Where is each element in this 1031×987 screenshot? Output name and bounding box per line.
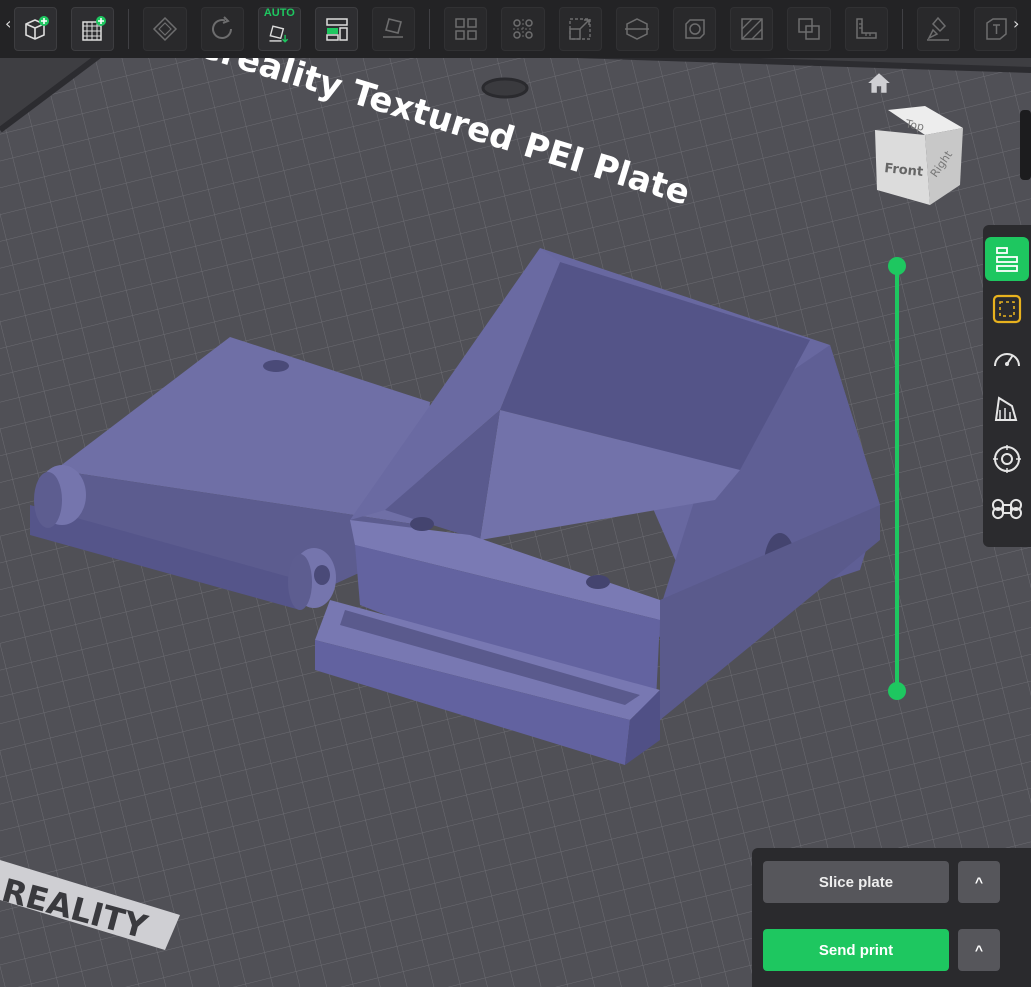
home-view-icon[interactable] — [866, 70, 892, 96]
layer-slider-bottom-handle[interactable] — [888, 682, 906, 700]
rotate-button[interactable] — [200, 7, 244, 51]
add-plate-button[interactable] — [71, 7, 115, 51]
add-cube-icon — [24, 16, 49, 40]
layer-view-button[interactable] — [983, 235, 1031, 283]
right-side-toolbar — [983, 225, 1031, 547]
slice-plate-button[interactable]: Slice plate — [763, 861, 949, 903]
orient-button[interactable] — [143, 7, 187, 51]
3d-viewport[interactable]: Creality Textured PEI Plate REALITY Top … — [0, 0, 1031, 987]
measure-button[interactable] — [844, 7, 888, 51]
split-objects-icon — [455, 18, 477, 40]
toolbar-scroll-right-icon[interactable]: › — [1013, 14, 1019, 33]
add-plate-icon — [82, 16, 106, 41]
split-parts-button[interactable] — [501, 7, 545, 51]
add-model-button[interactable] — [14, 7, 58, 51]
top-toolbar: ‹ AUTO › — [0, 0, 1031, 58]
hollow-icon — [684, 19, 705, 39]
boolean-button[interactable] — [787, 7, 831, 51]
cut-icon — [625, 18, 650, 40]
command-icon — [992, 498, 1022, 520]
hollow-button[interactable] — [673, 7, 717, 51]
boolean-icon — [798, 18, 820, 40]
filament-spool-icon — [993, 445, 1021, 473]
toolbar-scroll-left-icon[interactable]: ‹ — [5, 14, 11, 33]
more-options-button[interactable] — [983, 485, 1031, 533]
scale-icon — [569, 18, 591, 40]
split-objects-button[interactable] — [444, 7, 488, 51]
rotate-icon — [212, 16, 233, 39]
measure-icon — [856, 18, 877, 39]
auto-label: AUTO — [263, 7, 295, 19]
speed-view-button[interactable] — [983, 335, 1031, 383]
send-print-button[interactable]: Send print — [763, 929, 949, 971]
scale-button[interactable] — [558, 7, 602, 51]
auto-lay-flat-icon — [269, 25, 289, 43]
lay-on-face-icon — [382, 18, 403, 38]
auto-orient-button[interactable]: AUTO — [257, 7, 301, 51]
support-view-button[interactable] — [983, 385, 1031, 433]
seam-paint-icon — [927, 16, 950, 41]
support-structure-icon — [994, 396, 1018, 421]
text-emboss-icon — [985, 18, 1007, 40]
cut-button[interactable] — [615, 7, 660, 51]
bed-shape-button[interactable] — [983, 285, 1031, 333]
layers-icon — [996, 247, 1018, 272]
arrange-button[interactable] — [314, 7, 359, 51]
bed-shape-icon — [992, 294, 1022, 324]
arrange-icon — [325, 18, 348, 41]
speedometer-icon — [994, 353, 1020, 367]
slice-action-panel: Slice plate ^ Send print ^ — [752, 848, 1031, 987]
layer-slider-top-handle[interactable] — [888, 257, 906, 275]
send-options-caret[interactable]: ^ — [958, 929, 1000, 971]
orient-icon — [152, 16, 178, 42]
support-paint-icon — [741, 18, 763, 40]
lay-on-face-button[interactable] — [372, 7, 416, 51]
support-paint-button[interactable] — [730, 7, 774, 51]
split-parts-icon — [513, 19, 534, 39]
slice-options-caret[interactable]: ^ — [958, 861, 1000, 903]
text-emboss-button[interactable] — [973, 7, 1018, 51]
seam-paint-button[interactable] — [916, 7, 960, 51]
filament-view-button[interactable] — [983, 435, 1031, 483]
